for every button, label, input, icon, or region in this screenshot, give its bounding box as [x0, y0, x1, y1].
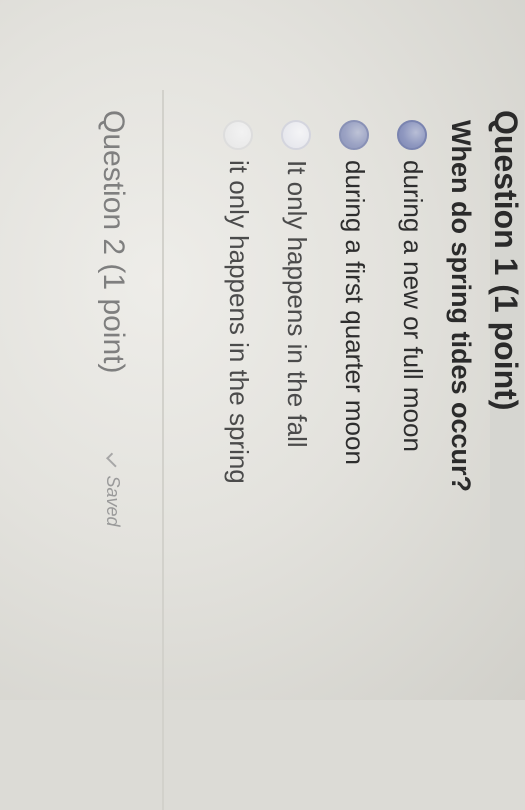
section-divider — [162, 90, 164, 810]
answer-option-label: during a first quarter moon — [340, 160, 370, 465]
answer-option-3[interactable]: It only happens in the fall — [281, 120, 312, 448]
answer-option-label: it only happens in the spring — [224, 160, 254, 484]
radio-button[interactable] — [281, 120, 312, 150]
answer-option-label: during a new or full moon — [398, 160, 428, 452]
answer-option-1[interactable]: during a new or full moon — [397, 120, 428, 452]
radio-button[interactable] — [339, 120, 370, 150]
question-1-title: Question 1 (1 point) — [488, 110, 524, 411]
checkmark-icon — [105, 453, 121, 469]
question-2-row: Question 2 (1 point) Saved — [96, 110, 130, 527]
answer-option-2[interactable]: during a first quarter moon — [339, 120, 370, 465]
question-2-title: Question 2 (1 point) — [97, 110, 130, 374]
saved-label: Saved — [103, 475, 124, 527]
saved-status: Saved — [103, 453, 124, 526]
question-1-prompt: When do spring tides occur? — [446, 120, 476, 493]
radio-button-selected[interactable] — [397, 120, 428, 150]
quiz-panel: Question 1 (1 point) When do spring tide… — [54, 90, 524, 810]
answer-option-label: It only happens in the fall — [282, 160, 312, 448]
radio-button[interactable] — [223, 120, 254, 150]
answer-option-4[interactable]: it only happens in the spring — [223, 120, 254, 484]
